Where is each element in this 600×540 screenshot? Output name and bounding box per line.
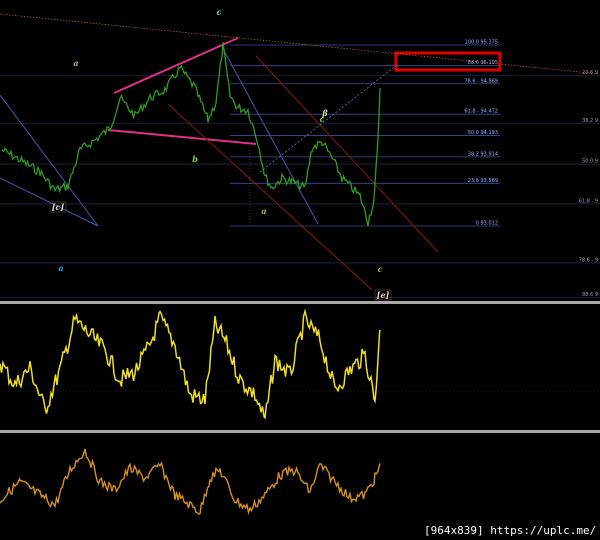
- wave-label: a: [58, 263, 63, 273]
- fib-level-label: 50.0 94.193: [468, 130, 498, 136]
- wave-label: b: [192, 154, 198, 164]
- footer-text: [964x839] https://uplc.me/: [424, 524, 596, 537]
- panel-separator-2: [0, 430, 600, 433]
- fib-level-label: 61.8 - 94.472: [464, 109, 498, 115]
- wave-label: a: [261, 206, 266, 216]
- fib-level-label: 100.0 95.375: [465, 40, 498, 46]
- wave-label: a: [73, 58, 78, 68]
- side-level-label: 23.6 9: [582, 70, 598, 76]
- wave-label: β: [321, 108, 328, 118]
- wave-label: [c]: [52, 202, 65, 212]
- fib-level-label: 78.6 - 94.869: [464, 78, 498, 84]
- wave-label: c: [217, 7, 222, 17]
- side-level-label: 78.6 - 9: [579, 257, 598, 263]
- wave-label: [e]: [377, 290, 390, 300]
- fib-level-label: 38.2 93.914: [468, 151, 498, 157]
- chart-stage: 23.6 9 38.2 9 50.0 9 61.8 - 9 78.6 - 9 88.6 9…: [0, 0, 600, 540]
- side-level-label: 88.6 9: [582, 292, 598, 298]
- side-level-label: 38.2 9: [582, 118, 598, 124]
- side-level-label: 61.8 - 9: [579, 198, 598, 204]
- fib-level-label: 23.6 93.569: [468, 178, 498, 184]
- panel-separator-1: [0, 301, 600, 304]
- wave-label: c: [378, 264, 383, 274]
- fib-level-label: 0 93.012: [476, 221, 498, 227]
- side-level-label: 50.0 9: [582, 159, 598, 165]
- chart-background: [0, 0, 600, 540]
